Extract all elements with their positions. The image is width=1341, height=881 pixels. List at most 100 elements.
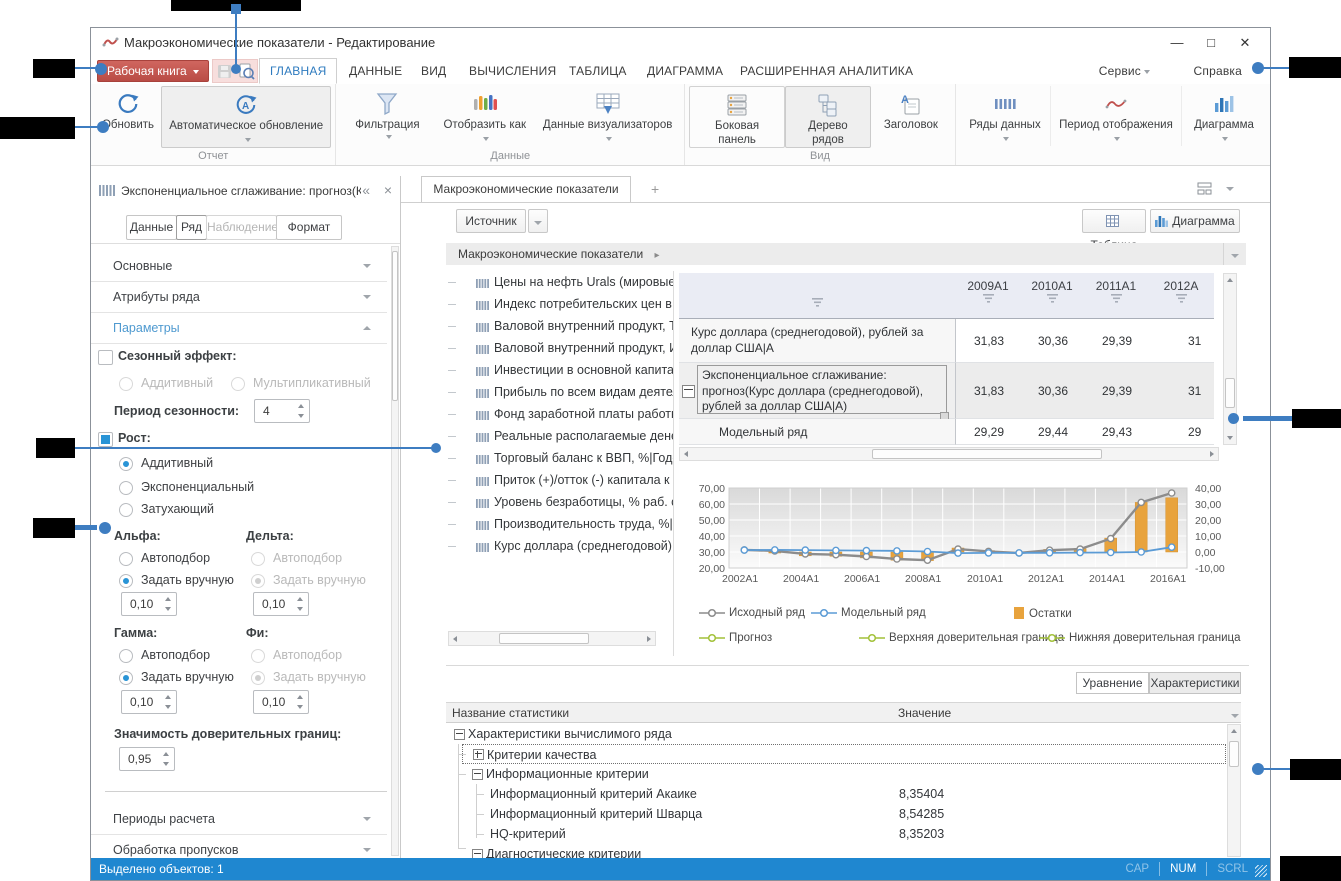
tree-item[interactable]: Курс доллара (среднегодовой), ру: [448, 535, 673, 557]
view-table-button[interactable]: Таблица: [1082, 209, 1146, 233]
tab-calculations[interactable]: ВЫЧИСЛЕНИЯ: [469, 58, 556, 84]
display-as-button[interactable]: Отобразить как: [434, 86, 535, 146]
tab-main[interactable]: ГЛАВНАЯ: [259, 58, 337, 84]
scroll-lock-indicator[interactable]: SCRL: [1217, 863, 1248, 875]
tree-item[interactable]: Валовой внутренний продукт, Те: [448, 315, 673, 337]
source-button[interactable]: Источник: [456, 209, 526, 233]
new-tab-button[interactable]: +: [651, 176, 659, 202]
phi-manual-radio[interactable]: [251, 671, 265, 685]
series-tree-button[interactable]: Дерево рядов: [785, 86, 871, 148]
table-cell[interactable]: 31,83: [956, 319, 1020, 363]
expander-plus-icon[interactable]: [473, 749, 484, 760]
workbook-menu-button[interactable]: Рабочая книга: [97, 60, 209, 82]
tree-item[interactable]: Уровень безработицы, % раб. си: [448, 491, 673, 513]
side-panel-button[interactable]: Боковая панель: [689, 86, 785, 148]
table-cell[interactable]: 29,29: [956, 419, 1020, 445]
tree-item[interactable]: Производительность труда, %|Го: [448, 513, 673, 535]
table-cell[interactable]: 31: [1148, 363, 1214, 419]
delta-auto-radio[interactable]: [251, 552, 265, 566]
alpha-manual-radio[interactable]: [119, 574, 133, 588]
help-menu[interactable]: Справка: [1194, 58, 1242, 84]
close-panel-button[interactable]: ×: [384, 178, 392, 204]
seasonal-additive-radio[interactable]: [119, 377, 133, 391]
expander-minus-icon[interactable]: [472, 849, 483, 858]
visualizer-data-button[interactable]: Данные визуализаторов: [535, 86, 680, 146]
panel-tab-series[interactable]: Ряд: [176, 215, 207, 240]
season-period-spinner[interactable]: 4: [254, 399, 310, 423]
alpha-auto-radio[interactable]: [119, 552, 133, 566]
num-lock-indicator[interactable]: NUM: [1170, 863, 1196, 875]
table-cell[interactable]: 30,36: [1020, 363, 1084, 419]
titlebar[interactable]: Макроэкономические показатели - Редактир…: [91, 28, 1270, 58]
breadcrumb[interactable]: Макроэкономические показатели ▸: [446, 243, 1246, 265]
table-row-name-selected[interactable]: Экспоненциальное сглаживание: прогноз(Ку…: [679, 363, 956, 419]
tree-item[interactable]: Реальные располагаемые денежн: [448, 425, 673, 447]
panel-tab-format[interactable]: Формат: [276, 215, 342, 240]
caps-lock-indicator[interactable]: CAP: [1125, 863, 1149, 875]
maximize-button[interactable]: □: [1194, 28, 1228, 58]
stats-row[interactable]: Информационный критерий Шварца 8,54285: [446, 804, 1226, 824]
minimize-button[interactable]: —: [1160, 28, 1194, 58]
collapse-panel-button[interactable]: «: [362, 178, 370, 204]
table-column-header[interactable]: 2010A1: [1020, 273, 1084, 319]
tree-item[interactable]: Приток (+)/отток (-) капитала к В: [448, 469, 673, 491]
source-dropdown-button[interactable]: [528, 209, 548, 233]
chevron-down-icon[interactable]: [1226, 187, 1234, 191]
growth-exponential-radio[interactable]: [119, 481, 133, 495]
stats-row[interactable]: Диагностические критерии: [446, 844, 1226, 858]
tree-item[interactable]: Торговый баланс к ВВП, %|Годов: [448, 447, 673, 469]
table-cell[interactable]: 29,39: [1084, 319, 1148, 363]
growth-damped-radio[interactable]: [119, 503, 133, 517]
tree-item[interactable]: Валовой внутренний продукт, Ин: [448, 337, 673, 359]
panel-tab-observation[interactable]: Наблюдение: [206, 215, 277, 240]
document-tab[interactable]: Макроэкономические показатели: [421, 176, 631, 202]
tab-data[interactable]: ДАННЫЕ: [349, 58, 402, 84]
seasonal-multiplicative-radio[interactable]: [231, 377, 245, 391]
section-attributes[interactable]: Атрибуты ряда: [91, 282, 387, 313]
panel-tab-data[interactable]: Данные: [126, 215, 177, 240]
stats-row[interactable]: Информационные критерии: [446, 764, 1226, 784]
auto-refresh-button[interactable]: A Автоматическое обновление: [161, 86, 331, 148]
gamma-auto-radio[interactable]: [119, 649, 133, 663]
table-column-header[interactable]: 2011A1: [1084, 273, 1148, 319]
data-series-button[interactable]: Ряды данных: [960, 86, 1051, 146]
tree-h-scrollbar[interactable]: [448, 631, 656, 646]
service-menu[interactable]: Сервис: [1099, 58, 1150, 84]
table-column-header[interactable]: 2009A1: [956, 273, 1020, 319]
gamma-spinner[interactable]: 0,10: [121, 690, 177, 714]
tree-item[interactable]: Инвестиции в основной капитал: [448, 359, 673, 381]
table-cell[interactable]: 29,44: [1020, 419, 1084, 445]
section-main[interactable]: Основные: [91, 251, 387, 282]
layout-icon[interactable]: [1197, 182, 1212, 198]
tab-equation[interactable]: Уравнение: [1076, 672, 1149, 694]
section-missing-handling[interactable]: Обработка пропусков: [91, 835, 387, 860]
header-button[interactable]: A Заголовок: [871, 86, 951, 133]
chart-ribbon-button[interactable]: Диаграмма: [1182, 86, 1266, 146]
resize-grip[interactable]: [1255, 865, 1267, 877]
confidence-spinner[interactable]: 0,95: [119, 747, 175, 771]
table-column-header[interactable]: 2012A: [1148, 273, 1214, 319]
stats-scrollbar[interactable]: [1227, 724, 1241, 857]
growth-additive-radio[interactable]: [119, 457, 133, 471]
breadcrumb-dropdown[interactable]: [1223, 243, 1246, 265]
save-icon[interactable]: [217, 64, 232, 82]
phi-auto-radio[interactable]: [251, 649, 265, 663]
table-row-name[interactable]: Модельный ряд: [679, 419, 956, 445]
growth-checkbox[interactable]: [98, 432, 113, 447]
table-row-name[interactable]: Курс доллара (среднегодовой), рублей за …: [679, 319, 956, 363]
tree-item[interactable]: Цены на нефть Urals (мировые), д: [448, 271, 673, 293]
table-cell[interactable]: 30,36: [1020, 319, 1084, 363]
seasonal-effect-checkbox[interactable]: [98, 350, 113, 365]
table-cell[interactable]: 31: [1148, 319, 1214, 363]
close-button[interactable]: ✕: [1228, 28, 1262, 58]
stats-row-focused[interactable]: Критерии качества: [462, 744, 1226, 764]
filter-button[interactable]: Фильтрация: [340, 86, 434, 139]
table-h-scrollbar[interactable]: [679, 447, 1219, 461]
delta-spinner[interactable]: 0,10: [253, 592, 309, 616]
delta-manual-radio[interactable]: [251, 574, 265, 588]
table-cell[interactable]: 29,39: [1084, 363, 1148, 419]
tree-item[interactable]: Прибыль по всем видам деятельн: [448, 381, 673, 403]
table-cell[interactable]: 29: [1148, 419, 1214, 445]
table-corner-header[interactable]: [679, 273, 956, 319]
tab-view[interactable]: ВИД: [421, 58, 446, 84]
